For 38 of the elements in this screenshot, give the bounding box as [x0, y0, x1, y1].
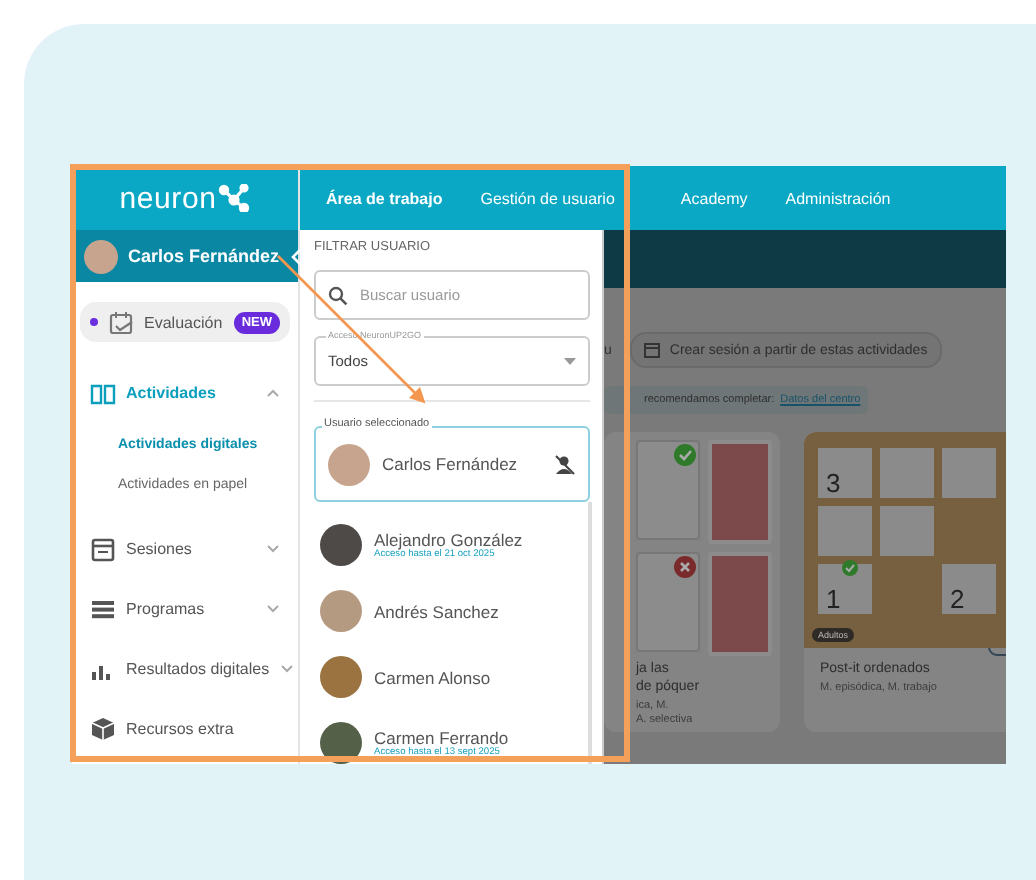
post-it-note: 3 — [818, 448, 872, 498]
calendar-icon — [90, 535, 116, 561]
post-it-note: 1 — [818, 564, 872, 614]
calendar-check-icon — [108, 309, 134, 335]
card-back-drawing — [708, 552, 772, 656]
card-back-drawing — [708, 440, 772, 544]
collapse-icon[interactable] — [289, 247, 302, 265]
logo-text: neuron — [119, 181, 217, 215]
remove-user-icon[interactable] — [554, 453, 576, 475]
avatar — [328, 443, 370, 485]
menu-item[interactable]: Recursos extra — [80, 702, 290, 754]
check-icon — [674, 444, 696, 466]
list-icon — [90, 595, 116, 621]
user-name: Carlos Fernández — [128, 246, 280, 266]
blank-post-it — [942, 448, 996, 498]
user-list-item[interactable]: Carmen Alonso — [314, 644, 588, 710]
avatar — [320, 590, 362, 632]
avatar — [320, 524, 362, 566]
calendar-icon — [643, 342, 660, 358]
avatar — [84, 239, 118, 273]
search-icon — [328, 286, 348, 306]
check-icon — [842, 560, 858, 576]
blank-post-it — [880, 448, 934, 498]
network-logo-icon — [218, 184, 251, 212]
dropdown-caret-icon — [564, 357, 576, 365]
menu-item[interactable]: Resultados digitales — [80, 642, 290, 694]
cube-icon — [90, 715, 116, 741]
user-name: Carlos Fernández — [382, 454, 520, 474]
book-icon — [90, 379, 116, 405]
menu-item[interactable]: Programas — [80, 582, 290, 634]
avatar — [320, 656, 362, 698]
cross-icon — [674, 556, 696, 578]
blank-post-it — [818, 506, 872, 556]
menu-item[interactable]: Sesiones — [80, 522, 290, 574]
dot-icon — [90, 318, 98, 326]
blank-post-it — [880, 506, 934, 556]
post-it-note: 2 — [942, 564, 996, 614]
user-list-item[interactable]: Andrés Sanchez — [314, 578, 588, 644]
